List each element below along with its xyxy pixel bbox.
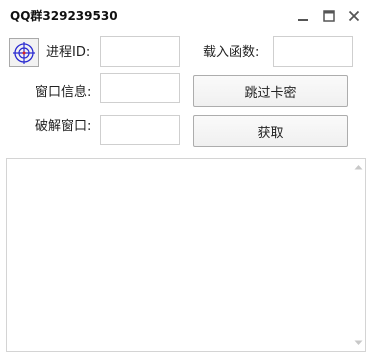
scroll-down-arrow-icon[interactable] [351,336,366,350]
window-info-label: 窗口信息: [35,85,92,100]
load-function-label: 载入函数: [203,45,260,60]
load-function-input[interactable] [273,36,353,67]
window-title: QQ群329239530 [10,9,118,23]
skip-card-key-button[interactable]: 跳过卡密 [193,75,348,107]
output-panel [6,158,366,352]
crack-window-input[interactable] [100,115,180,145]
crosshair-target-icon [13,41,35,64]
close-icon [348,10,360,22]
output-textarea[interactable] [7,159,351,351]
crosshair-drag-tool[interactable] [9,38,39,67]
pid-label: 进程ID: [46,45,91,60]
window-info-input[interactable] [100,73,180,103]
minimize-icon [298,19,308,21]
get-button[interactable]: 获取 [193,115,348,147]
scroll-up-arrow-icon[interactable] [351,160,366,174]
vertical-scrollbar[interactable] [350,159,365,351]
minimize-button[interactable] [292,5,314,27]
close-button[interactable] [343,5,365,27]
maximize-button[interactable] [318,5,340,27]
crack-window-label: 破解窗口: [35,119,92,134]
main-window: QQ群329239530 进程ID: 载入函数: 窗口信息: 跳过卡密 破解窗口 [0,0,371,359]
maximize-icon [323,10,335,22]
pid-input[interactable] [100,36,180,67]
